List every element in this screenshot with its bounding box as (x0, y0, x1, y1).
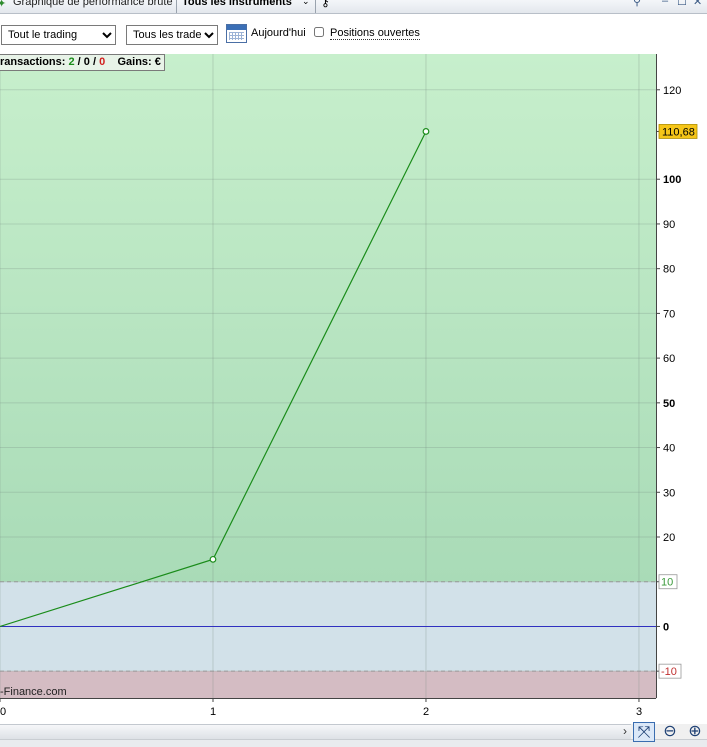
gains-label: Gains: (117, 56, 152, 68)
x-axis-panel (0, 699, 657, 724)
title-separator-2 (315, 0, 316, 13)
transactions-sep-1: / (77, 56, 81, 68)
gains-unit: € (154, 56, 161, 68)
title-bar: ✦ Graphique de performance brute Tous le… (0, 0, 707, 14)
calendar-icon[interactable] (226, 24, 247, 43)
transactions-total: 2 (68, 56, 75, 68)
zoom-fit-icon[interactable]: ⤧ (633, 722, 655, 742)
y-tick-label: 120 (663, 85, 681, 97)
y-tick-label: 60 (663, 353, 675, 365)
x-tick-label: 0 (0, 706, 6, 718)
y-tick-label: 30 (663, 487, 675, 499)
loss-zone (0, 671, 656, 698)
watermark: -Finance.com (0, 686, 67, 698)
close-icon[interactable]: ✕ (693, 0, 702, 8)
chart-app-icon: ✦ (0, 0, 6, 10)
chevron-down-icon[interactable]: ⌄ (302, 0, 310, 7)
transactions-sep-2: / (92, 56, 97, 68)
minimize-icon[interactable]: – (662, 0, 668, 7)
y-tick-label: 90 (663, 219, 675, 231)
y-tick-label: 20 (663, 532, 675, 544)
title-separator (176, 0, 177, 13)
chart-svg[interactable]: 120110,681009080706050403020100-100 1 2 3 (0, 54, 707, 724)
zoom-out-icon[interactable]: ⊖ (659, 722, 681, 742)
profit-zone (0, 54, 656, 582)
x-tick-label: 2 (423, 706, 429, 718)
search-menu-icon[interactable]: ⚲ (633, 0, 641, 8)
transactions-neutral: 0 (83, 56, 90, 68)
data-point[interactable] (422, 128, 430, 135)
y-tick-label: 40 (663, 443, 675, 455)
transactions-label: ransactions: (0, 56, 66, 68)
data-point[interactable] (209, 555, 217, 563)
horizontal-scrollbar[interactable]: › (0, 724, 631, 739)
y-tick-label: 70 (663, 308, 675, 320)
transactions-losing: 0 (99, 56, 106, 68)
instrument-selector[interactable]: Tous les instruments (182, 0, 292, 8)
toolbar: Tout le trading Tous les trades Aujourd'… (0, 14, 707, 54)
zoom-in-icon[interactable]: ⊕ (684, 722, 706, 742)
maximize-icon[interactable]: ☐ (677, 0, 687, 8)
y-tick-label: 80 (663, 264, 675, 276)
open-positions-checkbox[interactable] (314, 27, 324, 37)
open-positions-label[interactable]: Positions ouvertes (330, 28, 420, 40)
x-tick-label: 3 (636, 706, 642, 718)
performance-chart[interactable]: 120 110,68 100 90 80 70 60 50 40 30 20 10 0 -10 0 1 2 3 (0, 54, 707, 727)
summary-box: ransactions: 2 / 0 / 0 Gains: € (0, 54, 165, 71)
scope-select[interactable]: Tout le trading (1, 25, 116, 45)
trades-select[interactable]: Tous les trades (126, 25, 218, 45)
y-tick-label: 50 (663, 398, 675, 410)
window-title: Graphique de performance brute (13, 0, 173, 8)
y-tick-label: 100 (663, 174, 681, 186)
x-tick-label: 1 (210, 706, 216, 718)
y-tick-label: -10 (661, 666, 677, 678)
y-tick-label: 0 (663, 621, 669, 633)
scroll-right-icon[interactable]: › (623, 724, 627, 738)
settings-key-icon[interactable]: ⚷ (321, 0, 330, 9)
today-button[interactable]: Aujourd'hui (251, 27, 306, 39)
y-tick-label-last-value: 110,68 (662, 126, 695, 138)
y-tick-label: 10 (661, 577, 673, 589)
